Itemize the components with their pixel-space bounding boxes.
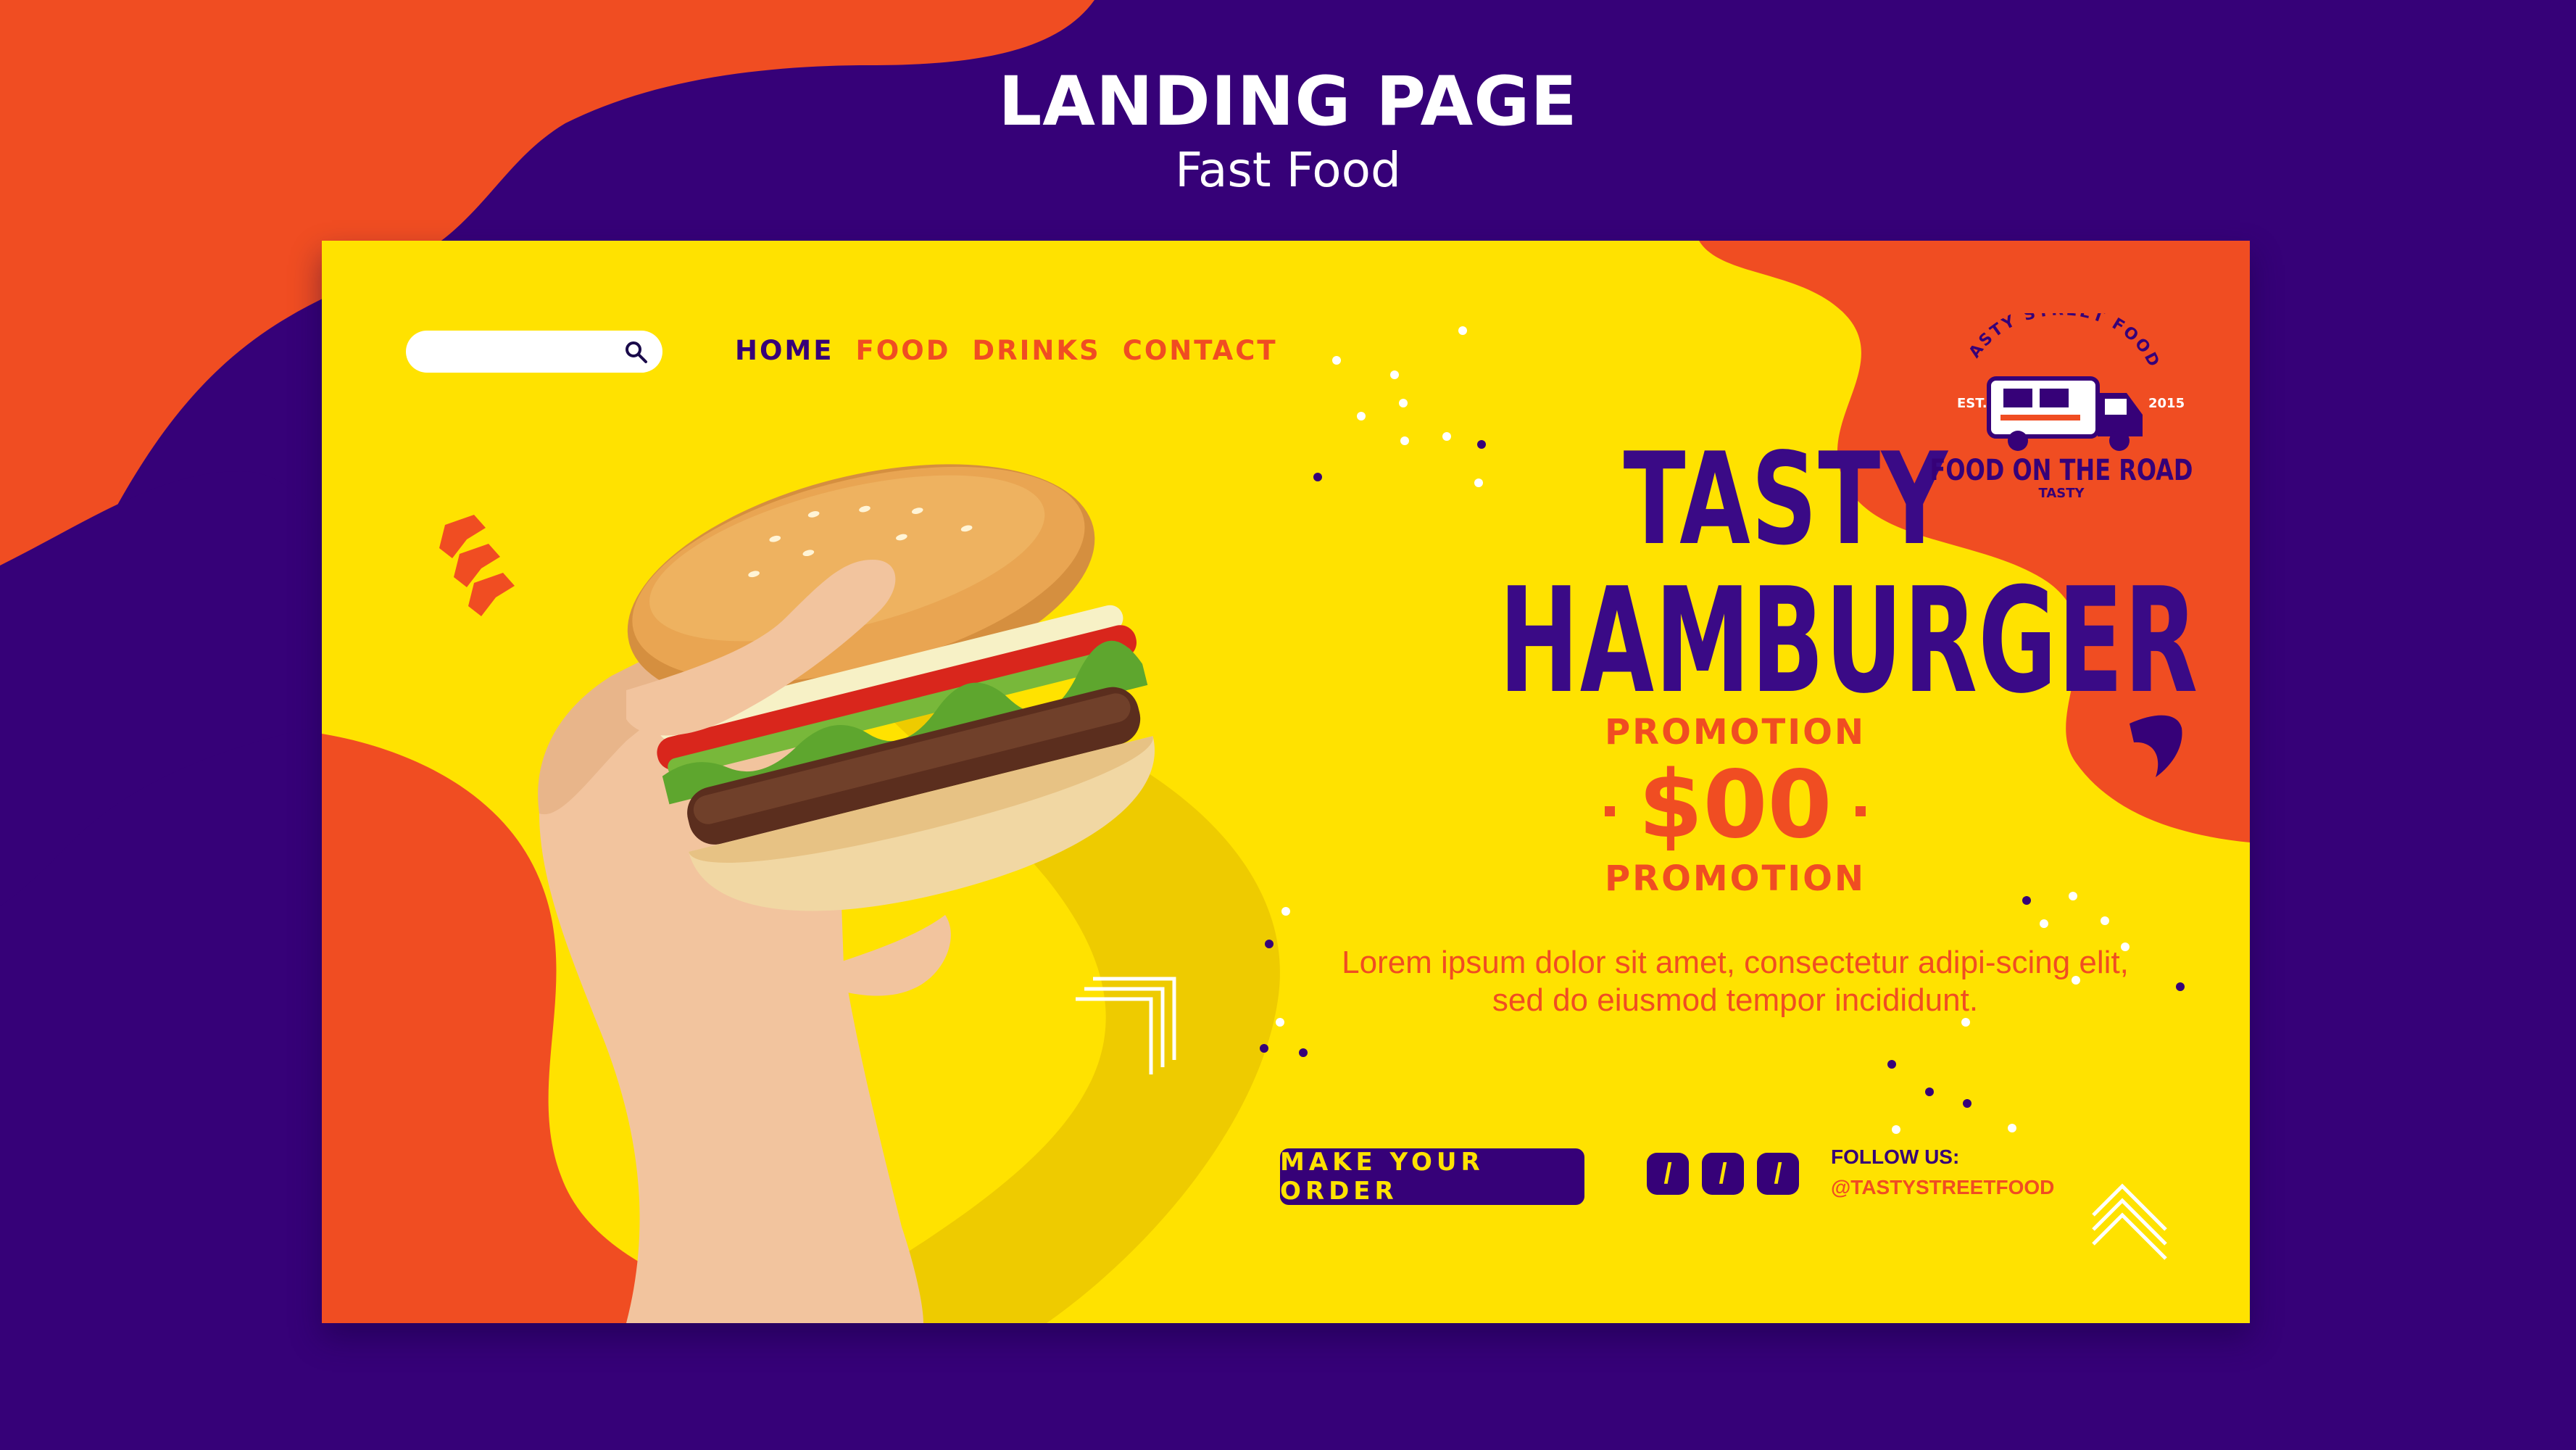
follow-handle[interactable]: @TASTYSTREETFOOD	[1831, 1176, 2054, 1199]
logo-tag: TASTY	[2038, 486, 2085, 501]
promo-top-label: PROMOTION	[1604, 712, 1866, 753]
make-order-button[interactable]: MAKE YOUR ORDER	[1280, 1148, 1584, 1206]
hero-body-text: Lorem ipsum dolor sit amet, consectetur …	[1342, 945, 2129, 1018]
hero-title-line2: HAMBURGER	[1499, 557, 2199, 726]
search-bar[interactable]	[406, 331, 662, 373]
nav-home[interactable]: HOME	[735, 335, 834, 366]
social-icon-3[interactable]: /	[1757, 1153, 1799, 1195]
logo-name: FOOD ON THE ROAD	[1931, 452, 2192, 486]
page-subheading: Fast Food	[1175, 142, 1401, 198]
search-input[interactable]	[423, 338, 607, 367]
brand-logo: TASTY STREET FOOD EST. 2015 FOOD ON THE …	[1931, 313, 2192, 501]
social-icon-1[interactable]: /	[1647, 1153, 1689, 1195]
promo-price: $00	[1638, 751, 1832, 859]
food-truck-icon	[1987, 376, 2143, 451]
nav-contact[interactable]: CONTACT	[1123, 335, 1278, 366]
promo-block: PROMOTION $00 PROMOTION	[1373, 712, 2098, 899]
nav-food[interactable]: FOOD	[856, 335, 951, 366]
dot-decoration	[1605, 805, 1616, 816]
landing-card: HOME FOOD DRINKS CONTACT TASTY HAMBURGER…	[322, 241, 2250, 1323]
logo-year: 2015	[2148, 396, 2185, 411]
follow-label: FOLLOW US:	[1831, 1146, 1960, 1168]
nav-drinks[interactable]: DRINKS	[972, 335, 1100, 366]
promo-price-row: $00	[1373, 756, 2098, 854]
search-icon[interactable]	[623, 339, 649, 365]
logo-est: EST.	[1957, 396, 1987, 411]
page-heading: LANDING PAGE	[998, 62, 1578, 141]
logo-arc-text: TASTY STREET FOOD	[1931, 313, 2161, 372]
chevron-marks-orange	[439, 515, 515, 616]
main-nav: HOME FOOD DRINKS CONTACT	[735, 335, 1278, 366]
dot-decoration	[1855, 805, 1866, 816]
svg-text:TASTY STREET FOOD: TASTY STREET FOOD	[1931, 313, 2164, 372]
promo-bottom-label: PROMOTION	[1604, 858, 1866, 900]
social-icon-2[interactable]: /	[1702, 1153, 1744, 1195]
